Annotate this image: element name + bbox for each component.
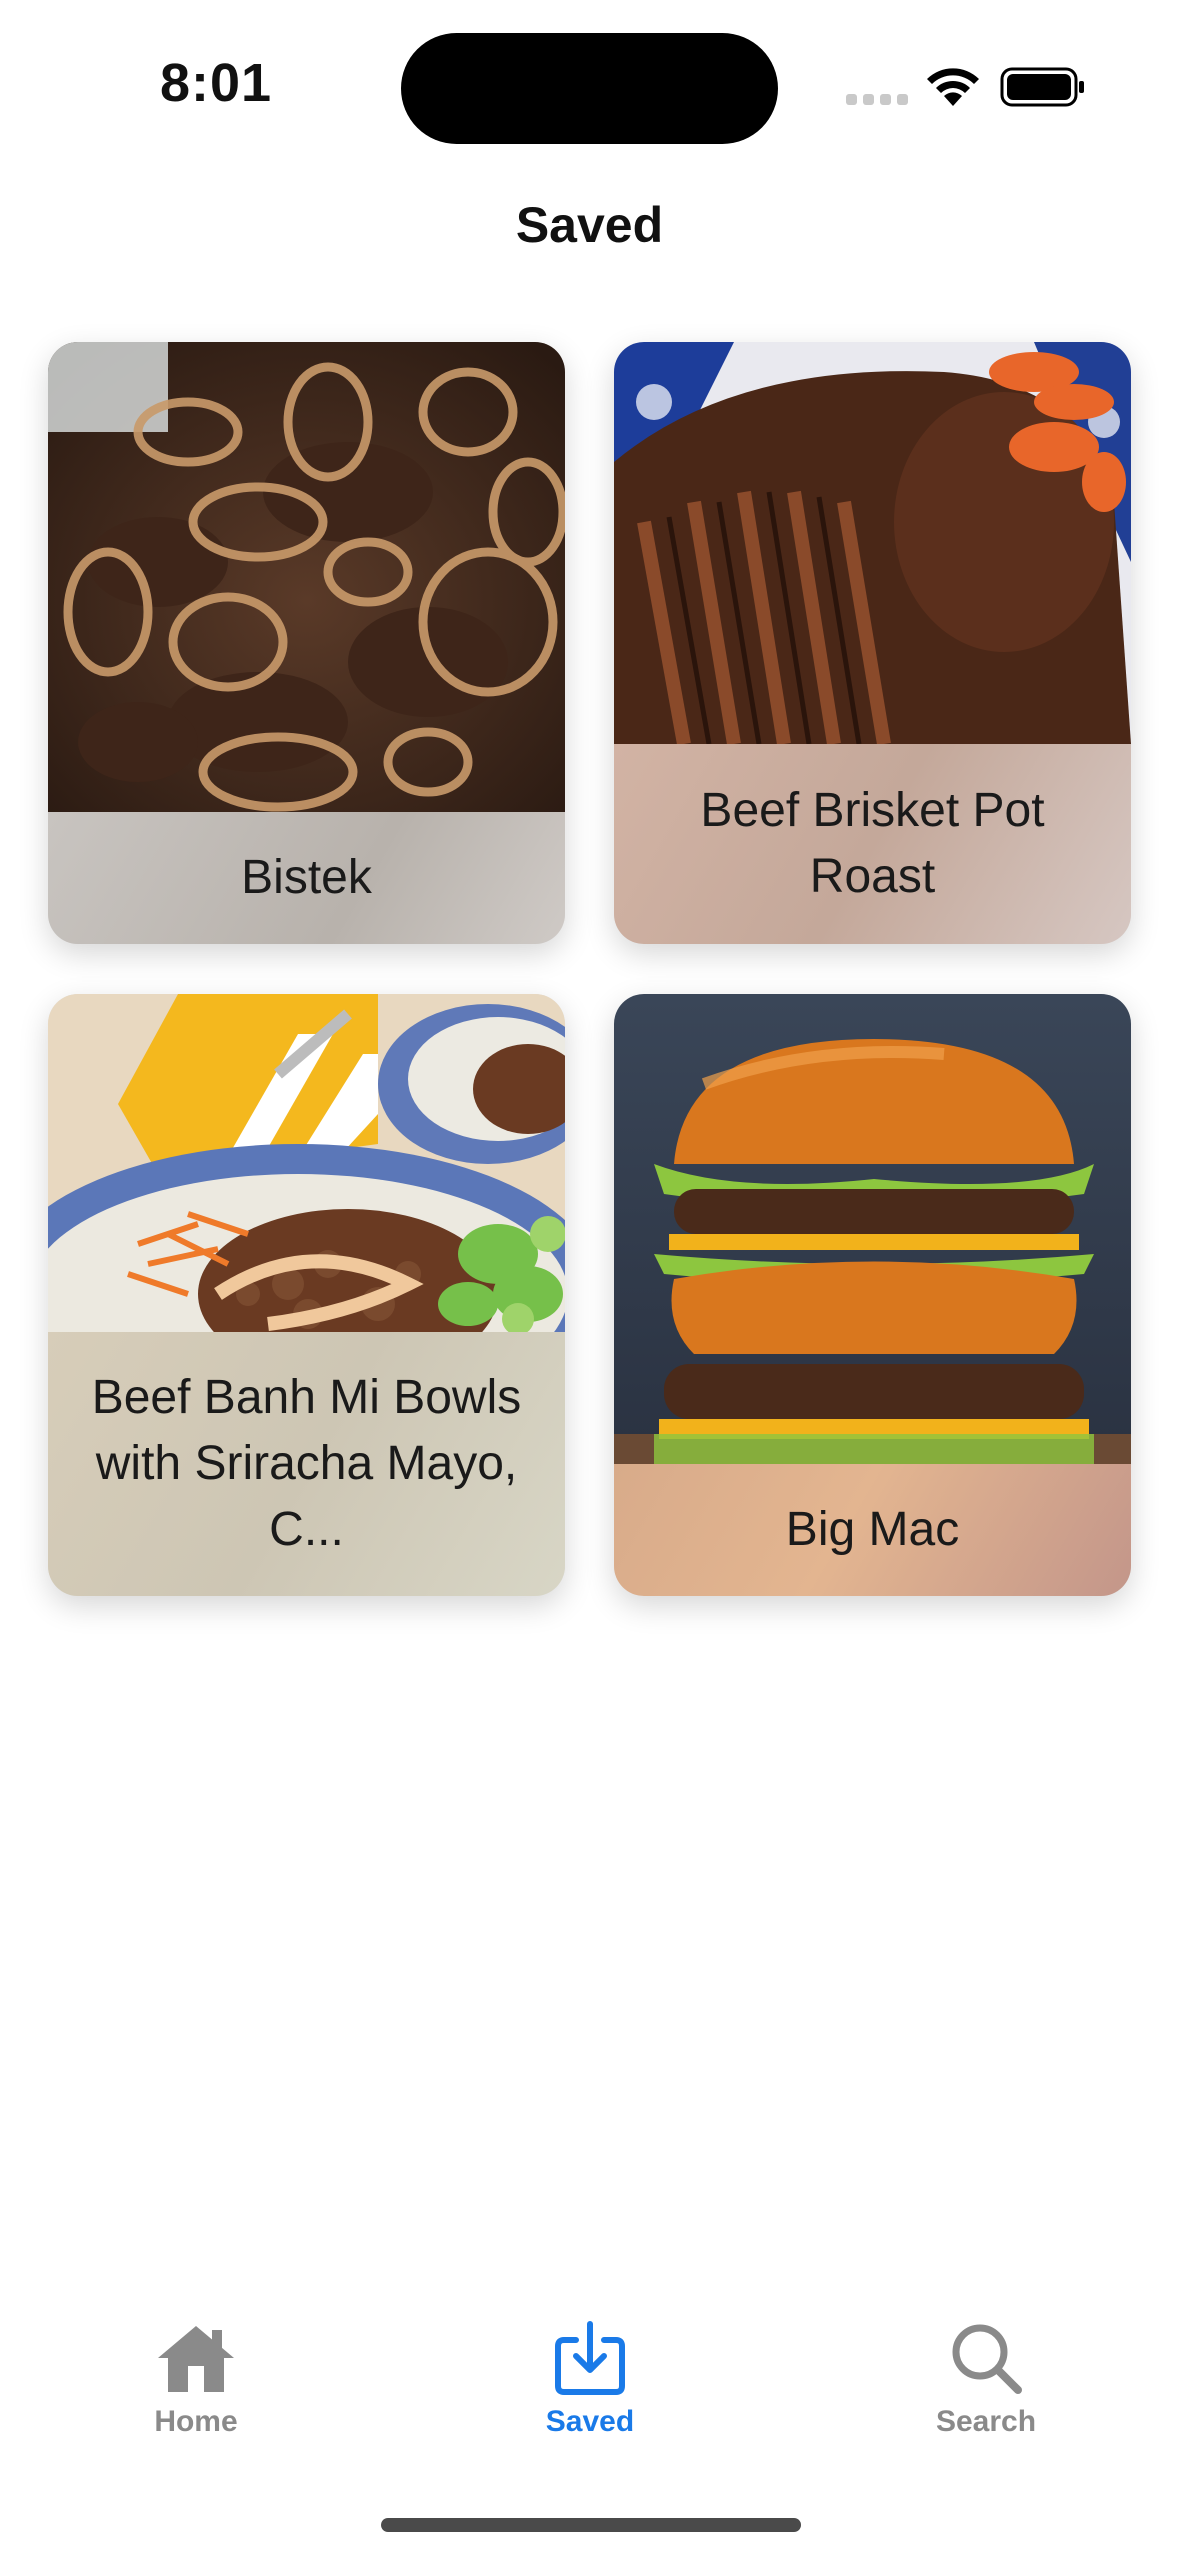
wifi-icon <box>927 68 979 106</box>
tab-search-label: Search <box>935 2405 1037 2438</box>
recipe-card-bistek[interactable]: Bistek <box>48 342 565 944</box>
saved-screen: 8:01 Saved Bistek Beef Brisket Pot Roast… <box>0 0 1179 2556</box>
download-tray-icon <box>555 2321 625 2395</box>
tab-home[interactable]: Home <box>76 2320 316 2439</box>
recipe-card-beef-banh-mi-bowls[interactable]: Beef Banh Mi Bowls with Sriracha Mayo, C… <box>48 994 565 1596</box>
recipe-photo <box>614 342 1131 744</box>
recipe-title: Big Mac <box>614 1464 1131 1596</box>
status-time: 8:01 <box>160 53 273 113</box>
home-indicator[interactable] <box>381 2518 801 2532</box>
recipe-card-big-mac[interactable]: Big Mac <box>614 994 1131 1596</box>
tab-home-label: Home <box>154 2405 238 2438</box>
recipe-title: Bistek <box>48 812 565 944</box>
recipe-photo <box>48 994 565 1332</box>
recipe-photo <box>48 342 565 812</box>
battery-icon <box>1000 67 1084 107</box>
cellular-signal-icon <box>846 94 908 105</box>
tab-search[interactable]: Search <box>866 2320 1106 2439</box>
dynamic-island <box>401 33 778 144</box>
tab-saved-label: Saved <box>545 2405 635 2438</box>
page-title: Saved <box>515 197 664 253</box>
recipe-photo <box>614 994 1131 1464</box>
house-icon <box>158 2326 234 2392</box>
recipe-card-beef-brisket-pot-roast[interactable]: Beef Brisket Pot Roast <box>614 342 1131 944</box>
tab-saved[interactable]: Saved <box>470 2320 710 2439</box>
magnifying-glass-icon <box>952 2324 1022 2394</box>
recipe-title: Beef Brisket Pot Roast <box>614 744 1131 944</box>
recipe-title: Beef Banh Mi Bowls with Sriracha Mayo, C… <box>48 1332 565 1596</box>
